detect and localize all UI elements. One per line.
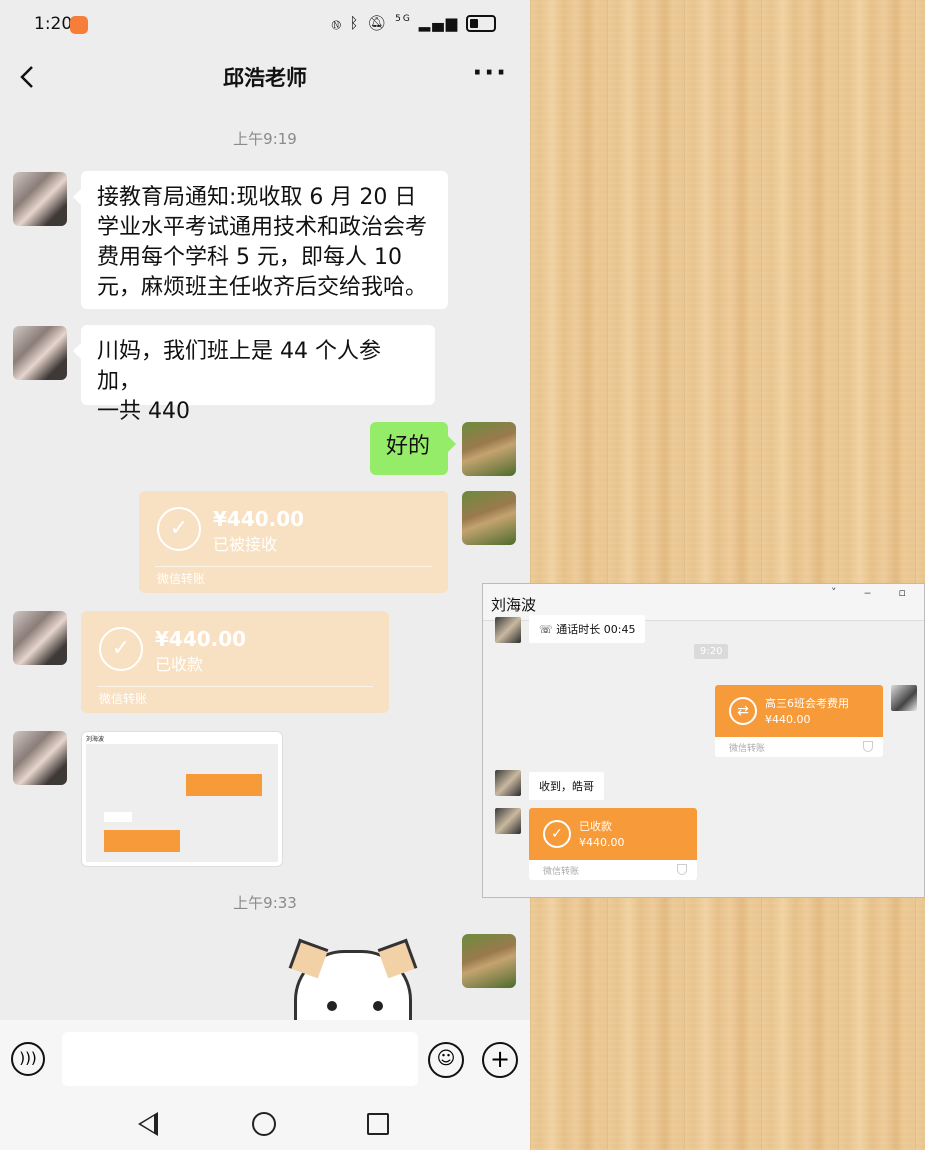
screenshot-image-message[interactable]: 刘海波 [81,731,283,867]
my-avatar[interactable] [891,685,917,711]
transfer-arrows-icon: ⇄ [729,697,757,725]
cat-sticker[interactable] [288,938,418,1030]
plus-icon[interactable]: + [482,1042,518,1078]
transfer-status: 已收款 [579,820,612,833]
input-bar: ))) ☺ + [0,1020,530,1100]
phone-chat-screen: 1:20 Ⓝ ᛒ 🔕︎ 5G ▂▄▆ 邱浩老师 ··· 上午9:19 接教育局通… [0,0,530,1150]
cell-signal-icon: ▂▄▆ [418,14,460,32]
transfer-amount: ¥440.00 [579,836,625,849]
chat-title: 邱浩老师 [223,66,307,90]
nfc-icon: Ⓝ [331,14,343,32]
thumbnail-transfer [104,830,180,852]
my-avatar[interactable] [462,491,516,545]
system-navigation-bar [0,1100,530,1150]
sticker-ear [288,938,329,979]
message-line: 川妈，我们班上是 44 个人参加， [97,339,381,394]
transfer-amount: ¥440.00 [765,713,811,726]
thumbnail-transfer [186,774,262,796]
notification-badge-icon [70,16,88,34]
avatar[interactable] [13,326,67,380]
check-icon: ✓ [99,627,143,671]
desktop-chat-window: 刘海波 ˅ ‒ ▫ ☏ 通话时长 00:45 9:20 ⇄ 高三6班会考费用 ¥… [482,583,925,898]
divider [155,566,432,567]
more-options-icon[interactable]: ··· [472,58,508,88]
message-line: 费用每个学科 5 元，即每人 10 [97,245,402,270]
window-controls[interactable]: ˅ ‒ ▫ [831,586,918,599]
divider [97,686,373,687]
recents-nav-icon[interactable] [367,1113,389,1135]
check-icon: ✓ [157,507,201,551]
shield-icon [863,741,873,752]
avatar[interactable] [495,770,521,796]
status-icons: Ⓝ ᛒ 🔕︎ 5G ▂▄▆ [332,14,496,32]
transfer-card[interactable]: ✓ ¥440.00 已被接收 微信转账 [139,491,448,593]
avatar[interactable] [495,617,521,643]
thumbnail-text [104,812,132,822]
transfer-amount: ¥440.00 [155,627,247,651]
shield-icon [677,864,687,875]
transfer-footer: 微信转账 [157,572,206,586]
message-input[interactable] [62,1032,418,1086]
call-duration: 通话时长 00:45 [556,623,636,636]
sticker-eye [373,1001,383,1011]
transfer-status: 已被接收 [213,535,278,554]
timestamp: 上午9:19 [233,130,297,148]
avatar[interactable] [13,731,67,785]
phone-icon: ☏ [539,623,557,636]
status-bar: 1:20 Ⓝ ᛒ 🔕︎ 5G ▂▄▆ [0,0,530,50]
transfer-card[interactable]: ✓ ¥440.00 已收款 微信转账 [81,611,389,713]
bluetooth-icon: ᛒ [349,14,361,32]
transfer-amount: ¥440.00 [213,507,305,531]
wood-background [530,0,925,1150]
window-title: 刘海波 [491,596,537,614]
transfer-status: 已收款 [155,655,204,674]
avatar[interactable] [13,172,67,226]
transfer-card[interactable]: ✓ 已收款 ¥440.00 微信转账 [529,808,697,880]
mute-icon: 🔕︎ [367,14,389,32]
battery-icon [466,15,496,32]
home-nav-icon[interactable] [252,1112,276,1136]
avatar[interactable] [495,808,521,834]
emoji-icon[interactable]: ☺ [428,1042,464,1078]
message-bubble[interactable]: 接教育局通知:现收取 6 月 20 日 学业水平考试通用技术和政治会考 费用每个… [73,171,448,309]
message-line: 元，麻烦班主任收齐后交给我哈。 [97,275,428,300]
sticker-ear [377,938,418,979]
message-bubble[interactable]: 川妈，我们班上是 44 个人参加， 一共 440 [73,325,435,424]
thumbnail-title: 刘海波 [86,736,105,743]
timestamp: 上午9:33 [233,894,297,912]
my-avatar[interactable] [462,422,516,476]
signal-icon: 5G [395,14,412,24]
transfer-footer: 微信转账 [729,744,766,754]
back-nav-icon[interactable] [138,1112,158,1136]
status-time: 1:20 [34,14,73,34]
message-bubble[interactable]: 收到，皓哥 [529,772,604,800]
window-chat-area: ☏ 通话时长 00:45 9:20 ⇄ 高三6班会考费用 ¥440.00 微信转… [483,615,924,897]
transfer-footer: 微信转账 [99,692,148,706]
my-message-bubble[interactable]: 好的 [370,422,456,475]
window-timestamp: 9:20 [694,644,729,659]
transfer-card[interactable]: ⇄ 高三6班会考费用 ¥440.00 微信转账 [715,685,883,757]
transfer-footer: 微信转账 [543,867,580,877]
avatar[interactable] [13,611,67,665]
sticker-eye [327,1001,337,1011]
message-line: 学业水平考试通用技术和政治会考 [97,215,428,240]
transfer-note: 高三6班会考费用 [765,697,849,710]
thumbnail-body [86,744,278,862]
chat-header: 邱浩老师 ··· [0,50,530,108]
check-icon: ✓ [543,820,571,848]
message-line: 一共 440 [97,399,190,424]
call-record[interactable]: ☏ 通话时长 00:45 [529,615,646,643]
my-avatar[interactable] [462,934,516,988]
voice-icon[interactable]: ))) [11,1042,45,1076]
message-line: 接教育局通知:现收取 6 月 20 日 [97,185,417,210]
